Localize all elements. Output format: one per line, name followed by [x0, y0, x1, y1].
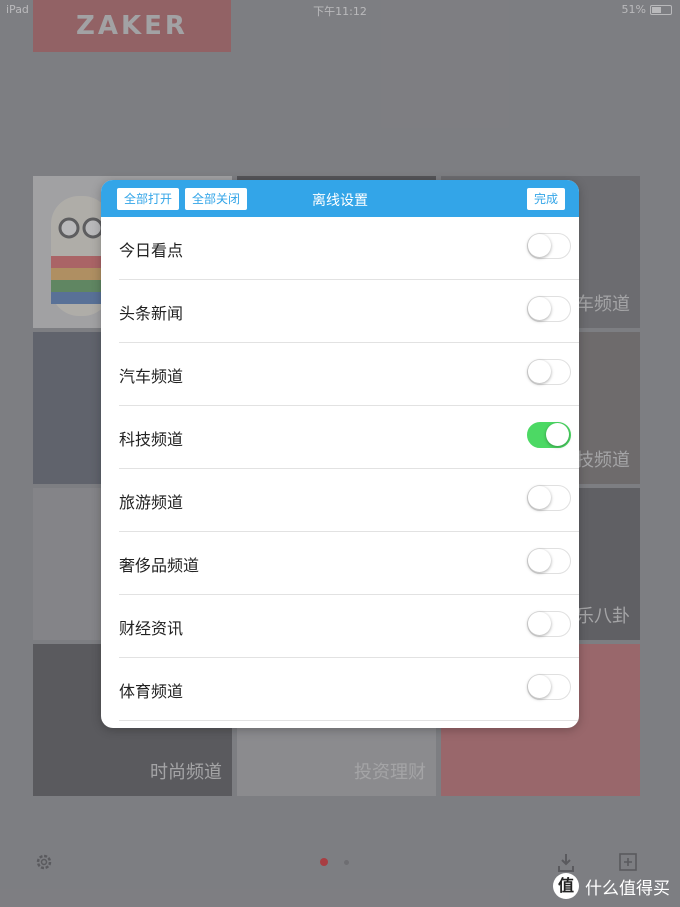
- dialog-title: 离线设置: [312, 193, 368, 209]
- channel-label: 今日看点: [119, 241, 184, 260]
- channel-row: 财经资讯: [119, 595, 579, 658]
- zaker-logo[interactable]: ZAKER: [33, 0, 231, 52]
- channel-toggle[interactable]: [527, 485, 571, 511]
- channel-toggle[interactable]: [527, 674, 571, 700]
- toggle-knob: [528, 297, 551, 320]
- channel-label: 汽车频道: [119, 367, 184, 386]
- toggle-knob: [528, 549, 551, 572]
- channel-toggle[interactable]: [527, 359, 571, 385]
- page-indicator[interactable]: [320, 858, 349, 866]
- channel-label: 财经资讯: [119, 619, 184, 638]
- channel-row: 今日看点: [119, 217, 579, 280]
- toggle-knob: [528, 234, 551, 257]
- settings-gear-icon[interactable]: [34, 852, 54, 872]
- tile-label: 车频道: [576, 294, 630, 315]
- toggle-knob: [528, 675, 551, 698]
- battery-percent: 51%: [621, 3, 646, 16]
- tile-label: 时尚频道: [150, 762, 222, 783]
- tile-label: 乐八卦: [576, 606, 630, 627]
- toggle-knob: [528, 612, 551, 635]
- channel-label: 科技频道: [119, 430, 184, 449]
- channel-toggle[interactable]: [527, 233, 571, 259]
- channel-toggle[interactable]: [527, 296, 571, 322]
- channel-toggle[interactable]: [527, 422, 571, 448]
- battery-status: 51%: [622, 3, 672, 16]
- channel-row: 头条新闻: [119, 280, 579, 343]
- channel-label: 体育频道: [119, 682, 184, 701]
- offline-settings-dialog: 全部打开 全部关闭 离线设置 完成 今日看点头条新闻汽车频道科技频道旅游频道奢侈…: [101, 180, 579, 728]
- dialog-header: 全部打开 全部关闭 离线设置 完成: [101, 180, 579, 217]
- channel-row: 科技频道: [119, 406, 579, 469]
- done-button[interactable]: 完成: [526, 188, 565, 210]
- toggle-knob: [528, 360, 551, 383]
- channel-list: 今日看点头条新闻汽车频道科技频道旅游频道奢侈品频道财经资讯体育频道: [101, 217, 579, 721]
- channel-row: 汽车频道: [119, 343, 579, 406]
- tile-label: 投资理财: [354, 762, 426, 783]
- toggle-knob: [528, 486, 551, 509]
- channel-row: 旅游频道: [119, 469, 579, 532]
- page-dot: [344, 859, 349, 865]
- toggle-knob: [546, 423, 569, 446]
- watermark-text: 什么值得买: [585, 878, 670, 899]
- channel-label: 奢侈品频道: [119, 556, 200, 575]
- channel-toggle[interactable]: [527, 548, 571, 574]
- channel-label: 旅游频道: [119, 493, 184, 512]
- watermark: 值 什么值得买: [553, 873, 670, 899]
- channel-toggle[interactable]: [527, 611, 571, 637]
- battery-icon: [650, 4, 672, 15]
- channel-row: 奢侈品频道: [119, 532, 579, 595]
- add-icon[interactable]: [618, 852, 638, 872]
- watermark-badge: 值: [553, 873, 579, 899]
- download-icon[interactable]: [556, 852, 576, 874]
- page-dot-active: [320, 858, 328, 866]
- channel-row: 体育频道: [119, 658, 579, 721]
- channel-label: 头条新闻: [119, 304, 184, 323]
